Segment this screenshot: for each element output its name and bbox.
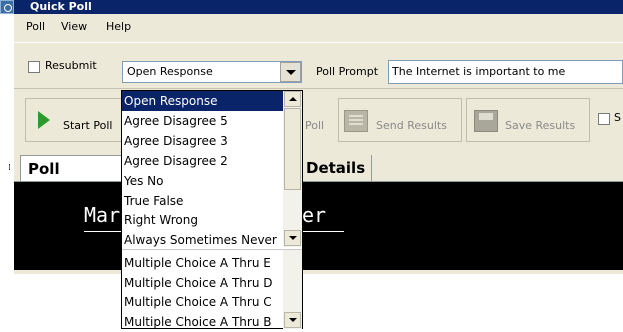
poll-prompt-input[interactable]: The Internet is important to me xyxy=(388,60,623,84)
dropdown-option[interactable]: Yes No xyxy=(122,171,285,191)
app-icon xyxy=(0,0,14,14)
left-margin xyxy=(0,0,14,270)
response-type-value: Open Response xyxy=(127,65,213,78)
resubmit-checkbox[interactable] xyxy=(28,61,40,73)
display-text-left: Mar xyxy=(84,203,121,227)
extra-checkbox[interactable] xyxy=(598,113,610,125)
menu-divider xyxy=(14,42,623,43)
tab-poll-prompt[interactable]: Poll Prompt xyxy=(20,155,122,204)
save-icon xyxy=(474,110,498,132)
menu-view[interactable]: View xyxy=(61,20,87,34)
dropdown-option[interactable]: Agree Disagree 3 xyxy=(122,131,285,151)
tab-scroll-marker: ⁞ xyxy=(8,163,11,173)
dropdown-option[interactable]: Multiple Choice A Thru C xyxy=(122,292,285,312)
scroll-up-icon[interactable] xyxy=(284,91,301,107)
tab-details[interactable]: Details xyxy=(302,155,372,181)
scroll-down-icon[interactable] xyxy=(284,230,301,246)
dropdown-option[interactable]: Right Wrong xyxy=(122,210,285,230)
chevron-down-icon[interactable] xyxy=(280,62,301,82)
dropdown-option[interactable]: Multiple Choice A Thru B xyxy=(122,312,285,332)
dropdown-option[interactable]: Open Response xyxy=(122,91,285,111)
dropdown-option[interactable]: Multiple Choice A Thru E xyxy=(122,253,285,273)
extra-checkbox-label: S xyxy=(614,111,621,124)
display-text-right: er xyxy=(302,203,327,227)
title-bar: Quick Poll xyxy=(14,0,623,14)
menu-poll[interactable]: Poll xyxy=(26,20,45,34)
dropdown-divider xyxy=(122,249,302,250)
poll-prompt-label: Poll Prompt xyxy=(316,65,379,78)
play-icon xyxy=(38,111,50,129)
dropdown-option[interactable]: Multiple Choice A Thru D xyxy=(122,273,285,293)
scroll-down-icon[interactable] xyxy=(284,312,301,328)
send-results-label: Send Results xyxy=(376,119,447,132)
send-results-icon xyxy=(344,110,368,132)
dropdown-option[interactable]: Agree Disagree 2 xyxy=(122,151,285,171)
menu-help[interactable]: Help xyxy=(106,20,131,34)
dropdown-option[interactable]: True False xyxy=(122,191,285,211)
stop-poll-label[interactable]: Poll xyxy=(305,119,324,133)
toolbar-divider xyxy=(14,88,623,89)
start-poll-label: Start Poll xyxy=(63,119,113,132)
window-title: Quick Poll xyxy=(30,0,92,13)
save-results-label: Save Results xyxy=(505,119,576,132)
resubmit-label: Resubmit xyxy=(45,59,97,72)
dropdown-scroll-thumb[interactable] xyxy=(284,108,301,190)
dropdown-option[interactable]: Always Sometimes Never xyxy=(122,230,285,250)
dropdown-option[interactable]: Agree Disagree 5 xyxy=(122,111,285,131)
